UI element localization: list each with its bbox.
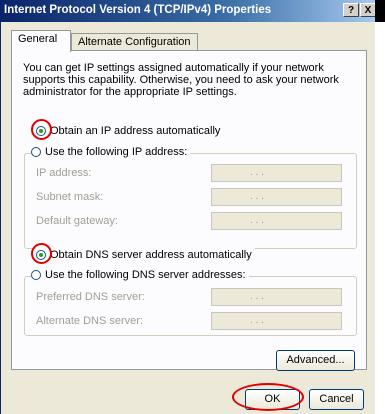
ip-address-dots: . . . (250, 167, 264, 178)
properties-dialog: Internet Protocol Version 4 (TCP/IPv4) P… (0, 0, 376, 414)
ip-address-label: IP address: (36, 167, 92, 179)
ip-manual-option[interactable]: Use the following IP address: (31, 145, 191, 159)
highlight-ring-dns-auto (31, 243, 52, 264)
subnet-mask-label: Subnet mask: (36, 191, 104, 203)
title-bar[interactable]: Internet Protocol Version 4 (TCP/IPv4) P… (1, 0, 376, 22)
subnet-mask-field[interactable]: . . . (211, 188, 342, 206)
ip-address-field[interactable]: . . . (211, 164, 342, 182)
advanced-button[interactable]: Advanced... (276, 350, 355, 371)
preferred-dns-dots: . . . (250, 291, 264, 302)
alternate-dns-label: Alternate DNS server: (36, 315, 143, 327)
subnet-mask-dots: . . . (250, 191, 264, 202)
preferred-dns-field[interactable]: . . . (211, 288, 342, 306)
description-text: You can get IP settings assigned automat… (23, 62, 339, 98)
dns-auto-option[interactable]: Obtain DNS server address automatically (36, 248, 255, 262)
dns-manual-radio[interactable] (31, 270, 41, 280)
dns-manual-option[interactable]: Use the following DNS server addresses: (31, 268, 249, 282)
window-edge (375, 0, 385, 22)
dns-manual-label: Use the following DNS server addresses: (45, 269, 246, 281)
ip-manual-radio[interactable] (31, 147, 41, 157)
close-button[interactable]: X (360, 3, 376, 17)
highlight-ring-ok (232, 383, 304, 411)
alternate-dns-field[interactable]: . . . (211, 312, 342, 330)
default-gateway-label: Default gateway: (36, 215, 118, 227)
default-gateway-field[interactable]: . . . (211, 212, 342, 230)
dns-auto-label: Obtain DNS server address automatically (50, 249, 252, 261)
window-title: Internet Protocol Version 4 (TCP/IPv4) P… (4, 4, 272, 16)
default-gateway-dots: . . . (250, 215, 264, 226)
ip-manual-label: Use the following IP address: (45, 146, 188, 158)
tab-general[interactable]: General (11, 30, 71, 52)
highlight-ring-ip-auto (31, 119, 52, 140)
help-button[interactable]: ? (343, 3, 359, 17)
general-panel: You can get IP settings assigned automat… (11, 50, 367, 370)
cancel-button[interactable]: Cancel (309, 389, 364, 410)
ip-auto-option[interactable]: Obtain an IP address automatically (36, 124, 224, 138)
ip-auto-label: Obtain an IP address automatically (50, 125, 221, 137)
alternate-dns-dots: . . . (250, 315, 264, 326)
tab-alternate-configuration[interactable]: Alternate Configuration (71, 33, 198, 51)
preferred-dns-label: Preferred DNS server: (36, 291, 145, 303)
